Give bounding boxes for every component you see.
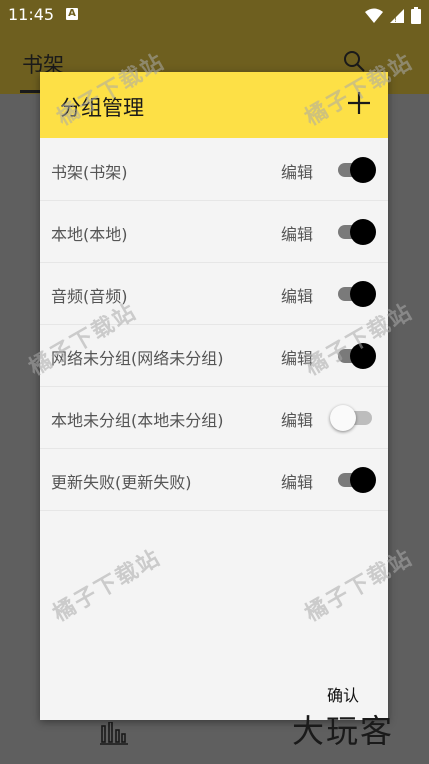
group-name: 音频(音频): [51, 287, 128, 306]
group-toggle[interactable]: [336, 219, 376, 245]
edit-button[interactable]: 编辑: [281, 469, 313, 493]
group-toggle[interactable]: [330, 405, 376, 431]
group-row: 书架(书架) 编辑: [40, 139, 388, 201]
group-name: 本地未分组(本地未分组): [51, 411, 224, 430]
group-toggle[interactable]: [336, 157, 376, 183]
signal-icon: !: [390, 8, 404, 24]
group-toggle[interactable]: [336, 281, 376, 307]
group-name: 网络未分组(网络未分组): [51, 349, 224, 368]
group-list: 书架(书架) 编辑 本地(本地) 编辑 音频(音频) 编辑 网络未分组(网络未分…: [40, 139, 388, 511]
group-name: 书架(书架): [51, 163, 128, 182]
group-name: 本地(本地): [51, 225, 128, 244]
group-row: 音频(音频) 编辑: [40, 263, 388, 325]
notification-icon: A: [66, 8, 78, 20]
bottom-nav-stats-icon[interactable]: [100, 722, 128, 746]
group-row: 更新失败(更新失败) 编辑: [40, 449, 388, 511]
search-icon[interactable]: [343, 50, 365, 72]
confirm-button[interactable]: 确认: [327, 682, 359, 706]
wifi-icon: [365, 8, 383, 23]
battery-icon: [411, 7, 421, 24]
dialog-header: 分组管理: [40, 72, 388, 138]
dialog-title: 分组管理: [60, 96, 144, 120]
watermark-logo: 大玩客: [292, 712, 395, 750]
group-name: 更新失败(更新失败): [51, 473, 192, 492]
edit-button[interactable]: 编辑: [281, 283, 313, 307]
group-row: 本地未分组(本地未分组) 编辑: [40, 387, 388, 449]
edit-button[interactable]: 编辑: [281, 221, 313, 245]
group-row: 本地(本地) 编辑: [40, 201, 388, 263]
group-toggle[interactable]: [336, 343, 376, 369]
add-group-icon[interactable]: [346, 90, 372, 116]
edit-button[interactable]: 编辑: [281, 159, 313, 183]
status-time: 11:45: [8, 5, 55, 24]
edit-button[interactable]: 编辑: [281, 345, 313, 369]
svg-text:!: !: [394, 16, 397, 24]
group-row: 网络未分组(网络未分组) 编辑: [40, 325, 388, 387]
edit-button[interactable]: 编辑: [281, 407, 313, 431]
status-bar: 11:45 A !: [0, 0, 429, 30]
system-icons: !: [365, 7, 421, 24]
group-toggle[interactable]: [336, 467, 376, 493]
group-management-dialog: 分组管理 书架(书架) 编辑 本地(本地) 编辑 音频(音频) 编辑 网络未分组…: [40, 72, 388, 720]
